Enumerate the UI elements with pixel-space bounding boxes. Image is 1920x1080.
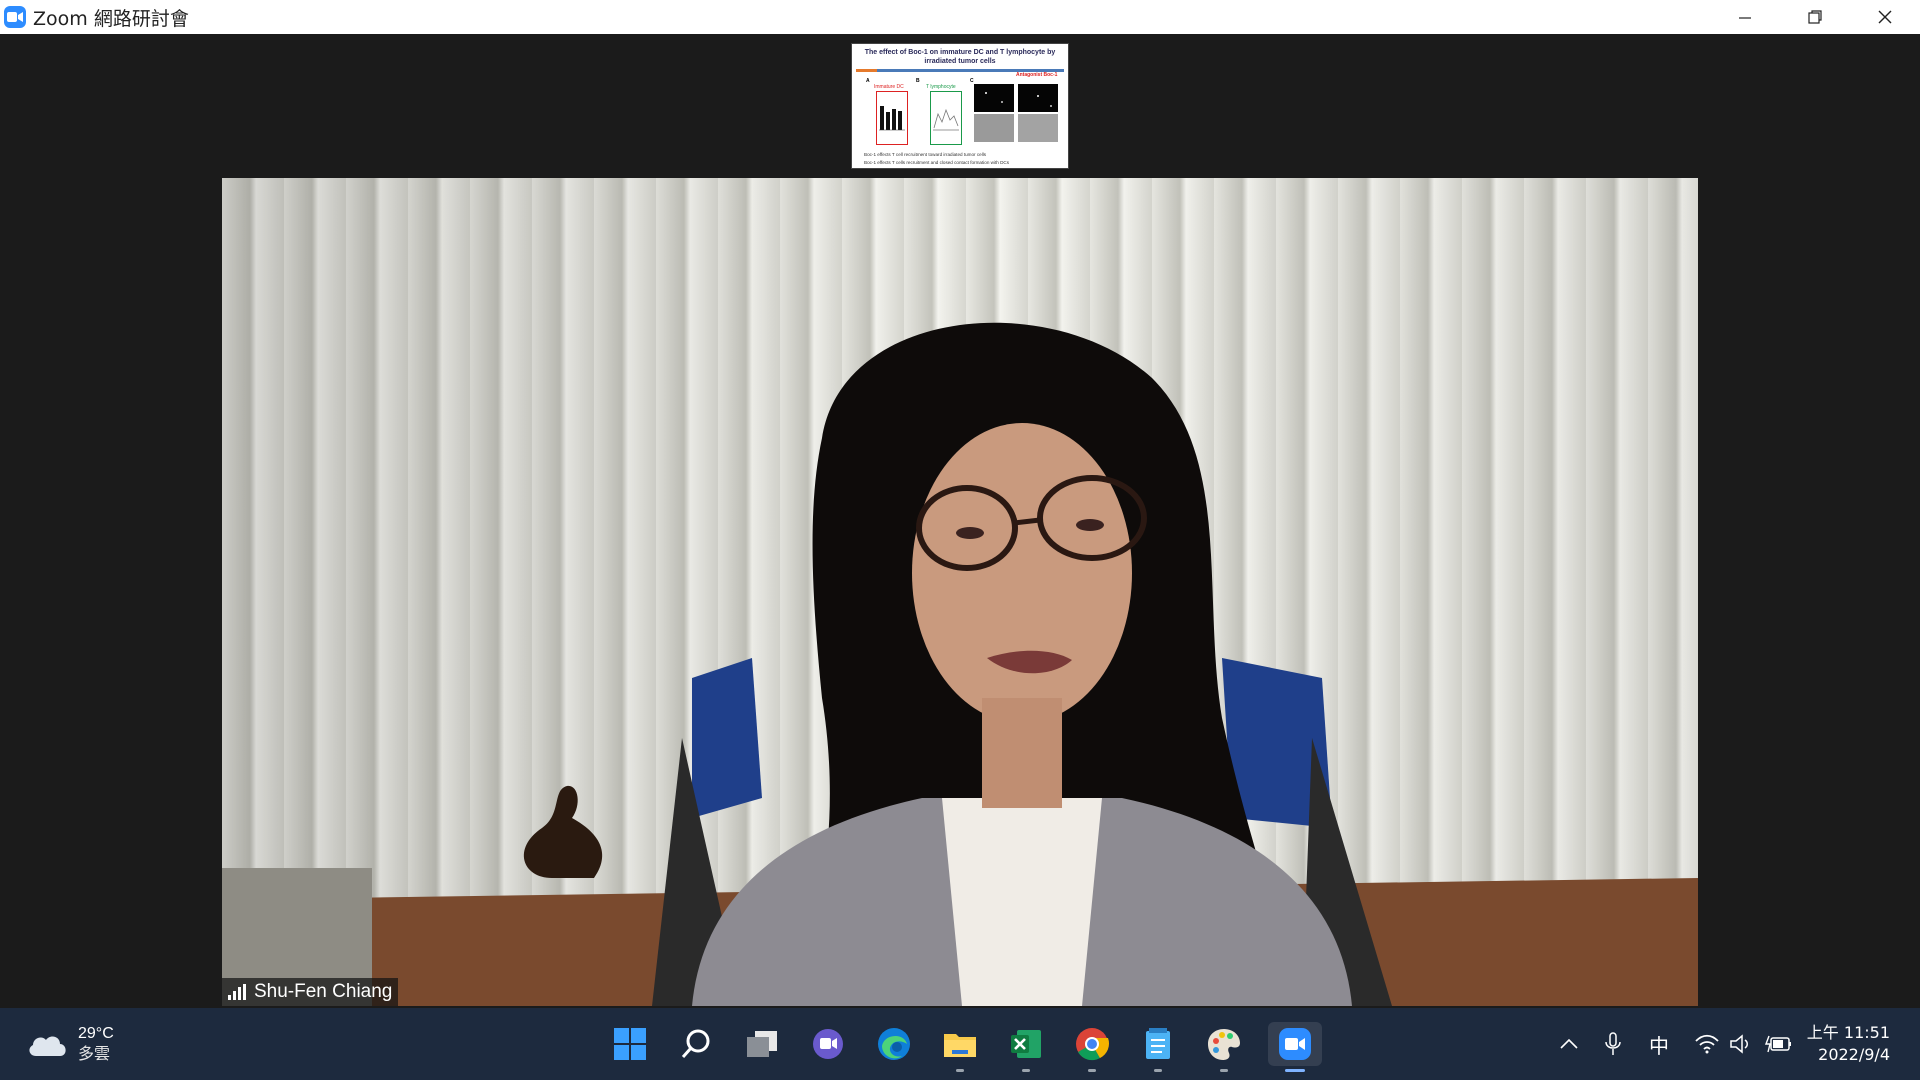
active-indicator	[1285, 1069, 1305, 1072]
panel-c-caption: Antagonist Boc-1	[1016, 72, 1058, 78]
microphone-icon	[1605, 1032, 1621, 1055]
task-view-icon	[747, 1031, 777, 1057]
window-title: Zoom 網路研討會	[33, 7, 189, 30]
slide-bullet: Boc-1 effects T cells recruitment and cl…	[864, 160, 1010, 165]
microphone-button[interactable]	[1598, 1008, 1628, 1080]
chrome-button[interactable]	[1070, 1022, 1114, 1072]
slide-bullet: Boc-1 effects T cell recruitment toward …	[864, 152, 987, 157]
restore-button[interactable]	[1780, 0, 1850, 34]
excel-button[interactable]	[1004, 1022, 1048, 1072]
notepad-button[interactable]	[1136, 1022, 1180, 1072]
video-frame	[222, 178, 1698, 1006]
running-indicator	[1220, 1069, 1228, 1072]
edge-icon	[878, 1028, 910, 1060]
battery-charging-icon	[1765, 1035, 1791, 1053]
shared-screen-thumbnail[interactable]: The effect of Boc-1 on immature DC and T…	[852, 44, 1068, 168]
cloud-icon	[29, 1036, 66, 1056]
weather-condition: 多雲	[78, 1044, 111, 1063]
panel-a-caption: Immature DC	[874, 84, 904, 90]
running-indicator	[956, 1069, 964, 1072]
edge-button[interactable]	[872, 1022, 916, 1066]
show-hidden-icons-button[interactable]	[1554, 1008, 1584, 1080]
clock[interactable]: 上午 11:51 2022/9/4	[1807, 1022, 1890, 1066]
micrograph-fluorescence-2	[1018, 84, 1058, 112]
zoom-button[interactable]	[1268, 1022, 1322, 1072]
taskbar: 29°C 多雲 中 上午 11:51 2022/9/4	[0, 1008, 1920, 1080]
clock-date: 2022/9/4	[1818, 1045, 1890, 1064]
restore-icon	[1808, 10, 1822, 24]
panel-b-line-chart	[930, 91, 962, 145]
title-bar: Zoom 網路研討會	[0, 0, 1920, 34]
chrome-icon	[1076, 1028, 1110, 1061]
speaker-icon	[1730, 1034, 1748, 1054]
excel-icon	[1011, 1030, 1041, 1058]
minimize-icon	[1739, 17, 1751, 19]
task-view-button[interactable]	[740, 1022, 784, 1066]
panel-b-caption: T lymphocyte	[926, 84, 956, 90]
zoom-app-icon	[4, 6, 26, 28]
search-button[interactable]	[674, 1022, 718, 1066]
chat-button[interactable]	[806, 1022, 850, 1066]
paint-icon	[1208, 1029, 1240, 1060]
participant-video[interactable]	[222, 178, 1698, 1006]
micrograph-brightfield-1	[974, 114, 1014, 142]
micrograph-brightfield-2	[1018, 114, 1058, 142]
start-button[interactable]	[608, 1022, 652, 1066]
panel-label-b: B	[916, 78, 920, 84]
file-explorer-button[interactable]	[938, 1022, 982, 1072]
participant-name-tag: Shu-Fen Chiang	[222, 978, 399, 1006]
start-icon	[614, 1028, 646, 1060]
battery-button[interactable]	[1762, 1008, 1796, 1080]
volume-button[interactable]	[1726, 1008, 1756, 1080]
slide-title: The effect of Boc-1 on immature DC and T…	[864, 49, 1056, 65]
minimize-button[interactable]	[1710, 0, 1780, 34]
panel-a-bar-chart	[876, 91, 908, 145]
close-icon	[1878, 10, 1892, 24]
weather-temp: 29°C	[78, 1025, 114, 1042]
notepad-icon	[1146, 1028, 1170, 1059]
search-icon	[681, 1029, 710, 1058]
file-explorer-icon	[944, 1034, 976, 1057]
paint-button[interactable]	[1202, 1022, 1246, 1072]
clock-time: 上午 11:51	[1806, 1023, 1890, 1042]
running-indicator	[1088, 1069, 1096, 1072]
panel-label-a: A	[866, 78, 870, 84]
running-indicator	[1022, 1069, 1030, 1072]
chevron-up-icon	[1560, 1038, 1578, 1049]
wifi-button[interactable]	[1690, 1008, 1724, 1080]
input-method-indicator[interactable]: 中	[1642, 1008, 1676, 1080]
weather-widget[interactable]: 29°C 多雲	[26, 1024, 114, 1064]
close-button[interactable]	[1850, 0, 1920, 34]
zoom-icon	[1279, 1028, 1311, 1060]
micrograph-fluorescence-1	[974, 84, 1014, 112]
teams-chat-icon	[813, 1029, 843, 1059]
participant-name: Shu-Fen Chiang	[254, 981, 393, 1002]
wifi-icon	[1695, 1034, 1719, 1054]
signal-strength-icon	[228, 984, 246, 1000]
running-indicator	[1154, 1069, 1162, 1072]
window-controls	[1710, 0, 1920, 34]
